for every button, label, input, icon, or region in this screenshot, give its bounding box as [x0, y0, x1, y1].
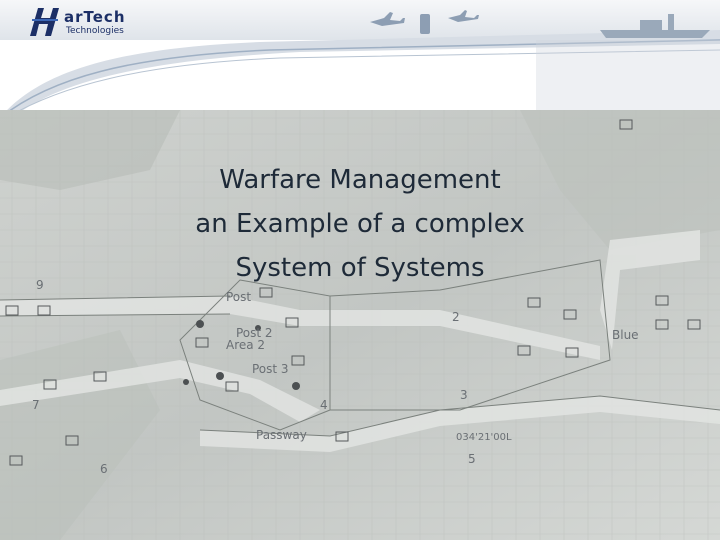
logo-h-mark — [30, 8, 59, 36]
slide-title-line-3: System of Systems — [235, 253, 485, 283]
hartech-logo: arTech Technologies — [28, 6, 128, 40]
map-label-post: Post — [226, 290, 252, 304]
map-label-coordinates: 034'21'00L — [456, 432, 512, 443]
map-label-area-2: Area 2 — [226, 338, 266, 352]
map-label-4: 4 — [320, 398, 328, 412]
map-label-6: 6 — [100, 462, 108, 476]
map-label-5: 5 — [468, 452, 476, 466]
map-label-9: 9 — [36, 278, 44, 292]
slide-title: Warfare Management an Example of a compl… — [110, 158, 610, 290]
slide-header: arTech Technologies — [0, 0, 720, 118]
slide-title-line-1: Warfare Management — [219, 165, 501, 195]
slide: arTech Technologies Post Post 2 Area 2 P… — [0, 0, 720, 540]
slide-title-line-2: an Example of a complex — [195, 209, 525, 239]
logo-wordmark: arTech — [64, 8, 126, 26]
map-label-post-3: Post 3 — [252, 362, 289, 376]
map-label-passway: Passway — [256, 428, 307, 442]
map-label-3: 3 — [460, 388, 468, 402]
map-label-2: 2 — [452, 310, 460, 324]
logo-tagline: Technologies — [66, 26, 124, 36]
map-label-7: 7 — [32, 398, 40, 412]
map-label-blue: Blue — [612, 328, 639, 342]
